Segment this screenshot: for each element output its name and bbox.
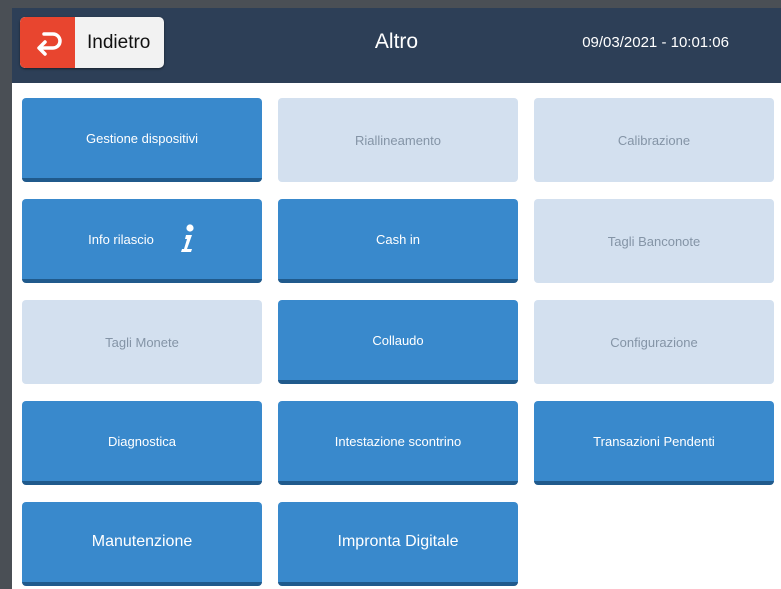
tile-impronta-digitale[interactable]: Impronta Digitale (278, 502, 518, 586)
tile-calibrazione: Calibrazione (534, 98, 774, 182)
tile-transazioni-pendenti[interactable]: Transazioni Pendenti (534, 401, 774, 485)
tile-label: Collaudo (372, 332, 424, 348)
tile-label: Impronta Digitale (337, 533, 459, 550)
tile-configurazione: Configurazione (534, 300, 774, 384)
window-left-edge (0, 0, 12, 589)
tile-label: Transazioni Pendenti (593, 433, 715, 449)
tile-cash-in[interactable]: Cash in (278, 199, 518, 283)
window-top-edge (0, 0, 781, 8)
tile-label: Info rilascio (88, 231, 154, 247)
tile-diagnostica[interactable]: Diagnostica (22, 401, 262, 485)
tile-gestione-dispositivi[interactable]: Gestione dispositivi (22, 98, 262, 182)
tile-label: Intestazione scontrino (334, 433, 462, 449)
tile-collaudo[interactable]: Collaudo (278, 300, 518, 384)
datetime-display: 09/03/2021 - 10:01:06 (582, 34, 729, 51)
tile-info-rilascio[interactable]: Info rilascio (22, 199, 262, 283)
tile-tagli-banconote: Tagli Banconote (534, 199, 774, 283)
tile-label: Gestione dispositivi (86, 130, 198, 146)
tile-label: Manutenzione (91, 533, 193, 550)
tile-label: Tagli Banconote (607, 233, 701, 249)
tile-intestazione-scontrino[interactable]: Intestazione scontrino (278, 401, 518, 485)
tile-riallineamento: Riallineamento (278, 98, 518, 182)
header-bar: Indietro Altro 09/03/2021 - 10:01:06 (12, 8, 781, 83)
tile-tagli-monete: Tagli Monete (22, 300, 262, 384)
tile-label: Riallineamento (355, 132, 441, 148)
app-window: Indietro Altro 09/03/2021 - 10:01:06 Ges… (0, 0, 781, 589)
tile-label: Cash in (375, 231, 421, 247)
info-icon (180, 224, 194, 252)
tile-label: Calibrazione (617, 132, 691, 148)
tile-label: Configurazione (610, 334, 698, 350)
tile-label: Tagli Monete (105, 334, 179, 350)
tile-manutenzione[interactable]: Manutenzione (22, 502, 262, 586)
tile-label: Diagnostica (108, 433, 176, 449)
